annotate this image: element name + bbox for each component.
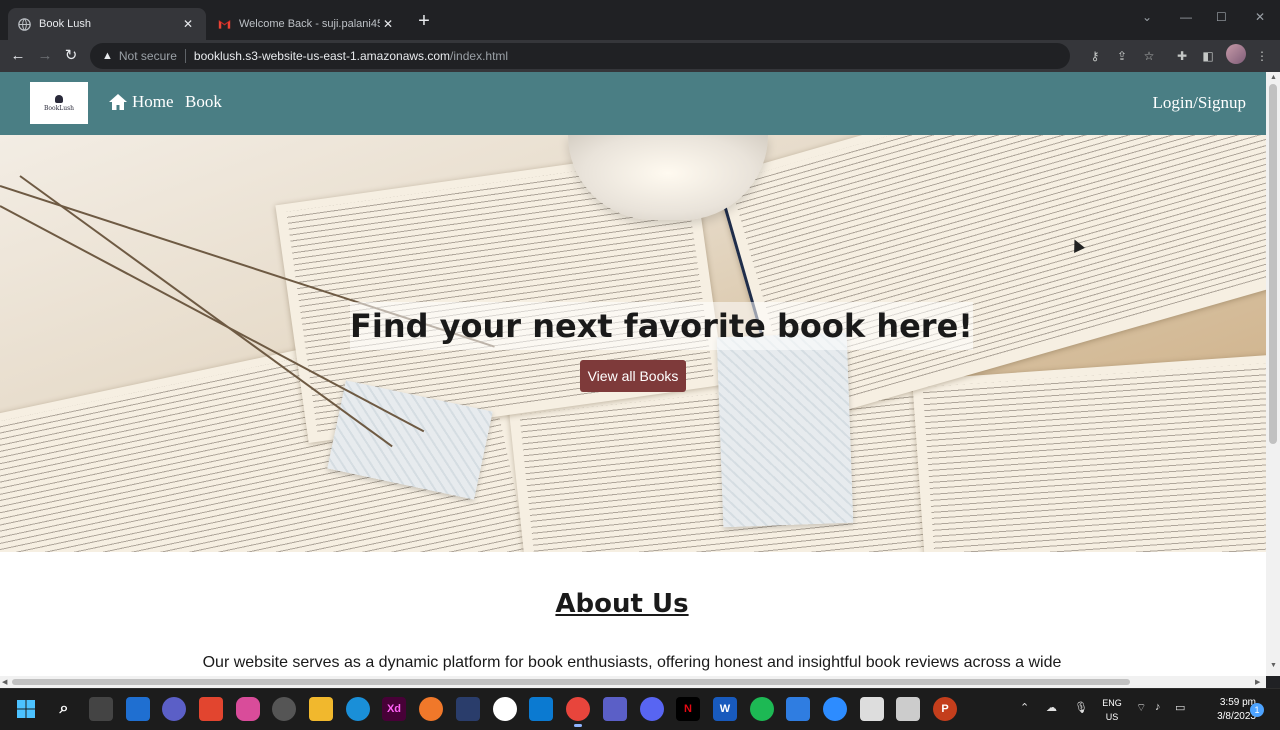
gmail-icon [218,19,231,29]
url-path: /index.html [450,49,509,63]
home-icon [109,94,127,110]
hero-banner: Find your next favorite book here! View … [0,135,1266,552]
about-us-text: Our website serves as a dynamic platform… [202,654,1062,671]
system-clock[interactable]: 3:59 pm 3/8/2023 [1196,696,1256,724]
minimize-icon[interactable]: — [1180,10,1192,24]
clock-time: 3:59 pm [1219,697,1256,708]
discord-icon[interactable] [640,697,664,721]
chat-icon[interactable] [162,697,186,721]
menu-icon[interactable]: ⋮ [1254,48,1270,64]
divider [184,49,186,63]
windows-start-icon[interactable] [14,697,38,721]
about-us-title: About Us [555,589,689,619]
settings-icon[interactable] [272,697,296,721]
scrollbar-thumb[interactable] [1269,84,1277,444]
app-icon[interactable] [896,697,920,721]
login-signup-link[interactable]: Login/Signup [1152,93,1246,113]
vscode-icon[interactable] [529,697,553,721]
close-tab-icon[interactable]: ✕ [380,16,396,32]
word-icon[interactable]: W [713,697,737,721]
url-host: booklush.s3-website-us-east-1.amazonaws.… [193,49,451,63]
view-all-books-button[interactable]: View all Books [580,360,686,392]
netflix-icon[interactable]: N [676,697,700,721]
site-navbar: BookLush Home Book Login/Signup [0,72,1266,135]
vertical-scrollbar[interactable]: ▲ ▼ [1266,72,1280,676]
hero-headline: Find your next favorite book here! [350,302,973,350]
clock-date: 3/8/2023 [1217,711,1256,722]
tab-title: Book Lush [39,18,91,30]
battery-icon[interactable]: ▭ [1175,701,1185,714]
powerpoint-icon[interactable]: P [933,697,957,721]
tab-book-lush[interactable]: Book Lush ✕ [8,8,206,40]
region-code: US [1105,712,1119,722]
notepad-icon[interactable] [786,697,810,721]
horizontal-scrollbar[interactable]: ◀ ▶ [0,676,1266,688]
notification-badge[interactable]: 1 [1250,703,1264,717]
tab-title: Welcome Back - suji.palani45@g [239,18,380,30]
microphone-icon[interactable]: 🎙 [1074,701,1088,714]
warning-icon[interactable]: ▲ [102,50,113,62]
logo-text: BookLush [43,104,75,112]
browser-tabbar: Book Lush ✕ Welcome Back - suji.palani45… [0,0,1280,40]
scroll-down-icon[interactable]: ▼ [1270,662,1277,669]
logo-mark-icon [55,94,63,103]
scroll-left-icon[interactable]: ◀ [2,678,7,686]
edge-icon[interactable] [346,697,370,721]
nav-home[interactable]: Home [108,92,174,112]
side-panel-icon[interactable]: ◧ [1200,48,1216,64]
extensions-icon[interactable]: ✚ [1174,48,1190,64]
windows-taskbar: ⌕ Xd N W P ⌃ ☁ 🎙 ENG US ⌔ ♪ ▭ 3:59 pm 3/… [0,688,1280,730]
nav-book[interactable]: Book [185,92,222,112]
tab-gmail[interactable]: Welcome Back - suji.palani45@g ✕ [208,8,406,40]
chrome-icon[interactable] [566,697,590,727]
security-label[interactable]: Not secure [119,49,177,63]
app-icon[interactable] [236,697,260,721]
browser-toolbar: ← → ↻ ▲ Not secure booklush.s3-website-u… [0,40,1280,72]
file-explorer-icon[interactable] [309,697,333,721]
new-tab-button[interactable]: + [414,11,434,32]
wifi-icon[interactable]: ⌔ [1136,701,1146,715]
forward-icon[interactable]: → [35,46,55,66]
back-icon[interactable]: ← [8,46,28,66]
adobe-xd-icon[interactable]: Xd [382,697,406,721]
chevron-up-icon[interactable]: ⌃ [1020,701,1029,714]
task-view-icon[interactable] [89,697,113,721]
profile-avatar[interactable] [1226,44,1246,64]
spotify-icon[interactable] [750,697,774,721]
bookmark-image [716,332,854,528]
page-viewport: BookLush Home Book Login/Signup Find you… [0,72,1266,676]
search-icon[interactable]: ⌕ [52,697,76,721]
app-icon[interactable] [860,697,884,721]
teams-icon[interactable] [603,697,627,721]
close-tab-icon[interactable]: ✕ [180,16,196,32]
address-bar[interactable]: ▲ Not secure booklush.s3-website-us-east… [90,43,1070,69]
language-code: ENG [1102,698,1122,708]
close-window-icon[interactable]: ✕ [1255,10,1265,24]
widgets-icon[interactable] [126,697,150,721]
scroll-right-icon[interactable]: ▶ [1255,678,1260,686]
app-icon[interactable] [493,697,517,721]
share-icon[interactable]: ⇪ [1114,48,1130,64]
reload-icon[interactable]: ↻ [61,46,81,66]
tab-search-icon[interactable]: ⌄ [1142,10,1152,24]
book-page-image [912,350,1266,552]
star-icon[interactable]: ☆ [1141,48,1157,64]
network-off-icon[interactable]: ☁ [1046,701,1057,714]
key-icon[interactable]: ⚷ [1087,48,1103,64]
zoom-icon[interactable] [823,697,847,721]
app-icon[interactable] [419,697,443,721]
nav-home-label: Home [132,92,174,111]
volume-icon[interactable]: ♪ [1155,701,1161,713]
language-indicator[interactable]: ENG US [1100,696,1124,724]
globe-icon [18,17,31,31]
maximize-icon[interactable]: ☐ [1216,10,1227,24]
scrollbar-thumb[interactable] [12,679,1130,685]
app-icon[interactable] [456,697,480,721]
site-logo[interactable]: BookLush [30,82,88,124]
app-icon[interactable] [199,697,223,721]
scroll-up-icon[interactable]: ▲ [1270,74,1277,81]
